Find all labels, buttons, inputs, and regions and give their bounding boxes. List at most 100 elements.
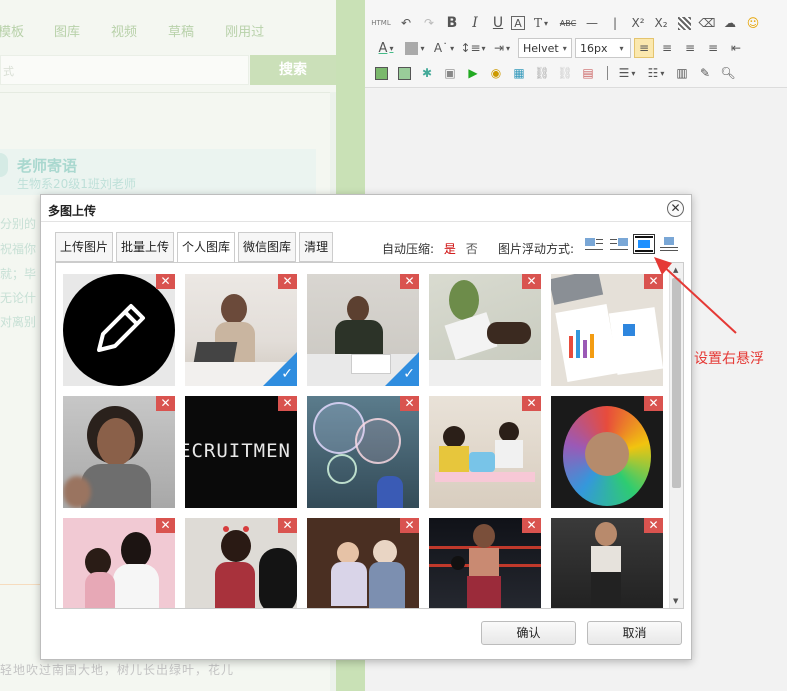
image-thumbnail[interactable]: ✕ bbox=[429, 274, 541, 386]
delete-image-button[interactable]: ✕ bbox=[400, 274, 419, 289]
image-thumbnail[interactable]: ✕ ✓ bbox=[185, 274, 297, 386]
tab-personal-gallery[interactable]: 个人图库 bbox=[177, 232, 236, 263]
delete-image-button[interactable]: ✕ bbox=[400, 518, 419, 533]
float-right-icon[interactable] bbox=[609, 235, 629, 253]
insert-image-icon[interactable] bbox=[394, 63, 414, 83]
image-thumbnail[interactable]: ✕ bbox=[185, 518, 297, 608]
image-thumbnail[interactable]: ✕ bbox=[429, 518, 541, 608]
align-justify-icon[interactable]: ≡ bbox=[703, 38, 723, 58]
delete-image-button[interactable]: ✕ bbox=[522, 396, 541, 411]
toolbar-row-2: A ▾ ▾ A˙ ▾ ↕≡ ▾ ⇥ ▾ Helvet ▾ 16px ▾ ≡ ≡ ≡ ≡ ⇤ bbox=[373, 36, 749, 60]
anchor-icon[interactable]: ▤ bbox=[578, 63, 598, 83]
border-text-icon[interactable]: A bbox=[511, 16, 525, 30]
find-icon[interactable]: 🔍︎ bbox=[718, 63, 738, 83]
check-mark: ✓ bbox=[403, 366, 415, 382]
music-icon[interactable]: ◉ bbox=[486, 63, 506, 83]
link-icon[interactable]: ⛓ bbox=[532, 63, 552, 83]
snapshot-icon[interactable]: ▣ bbox=[440, 63, 460, 83]
image-float-label: 图片浮动方式: bbox=[498, 242, 575, 256]
italic-icon[interactable]: I bbox=[465, 13, 485, 33]
image-thumbnail[interactable]: ✕ bbox=[63, 396, 175, 508]
pencil-icon bbox=[97, 304, 145, 352]
align-left-icon[interactable]: ≡ bbox=[634, 38, 654, 58]
font-color-icon[interactable]: A ▾ bbox=[373, 38, 399, 58]
font-effect-icon[interactable]: T ▾ bbox=[528, 13, 554, 33]
delete-image-button[interactable]: ✕ bbox=[278, 274, 297, 289]
indent-icon[interactable]: ⇥ ▾ bbox=[489, 38, 515, 58]
delete-image-button[interactable]: ✕ bbox=[278, 518, 297, 533]
image-thumbnail[interactable]: ✕ bbox=[551, 396, 663, 508]
format-brush-icon[interactable]: ☁ bbox=[720, 13, 740, 33]
cancel-button[interactable]: 取消 bbox=[587, 621, 682, 645]
line-height-icon[interactable]: ↕≡ ▾ bbox=[460, 38, 486, 58]
confirm-button[interactable]: 确认 bbox=[481, 621, 576, 645]
align-center-icon[interactable]: ≡ bbox=[657, 38, 677, 58]
delete-image-button[interactable]: ✕ bbox=[522, 518, 541, 533]
tab-upload-image[interactable]: 上传图片 bbox=[55, 232, 114, 262]
compress-no-option[interactable]: 否 bbox=[466, 242, 478, 256]
html-source-button[interactable]: HTML bbox=[369, 13, 393, 33]
image-thumbnail[interactable]: ✕ bbox=[551, 518, 663, 608]
brush-icon[interactable]: ✎ bbox=[695, 63, 715, 83]
emoji-icon[interactable]: ☺ bbox=[743, 13, 763, 33]
divider bbox=[41, 221, 691, 222]
unordered-list-icon[interactable]: ☷ ▾ bbox=[643, 63, 669, 83]
text-direction-icon[interactable]: ⇤ bbox=[726, 38, 746, 58]
delete-image-button[interactable]: ✕ bbox=[522, 274, 541, 289]
map-icon[interactable]: ▦ bbox=[509, 63, 529, 83]
auto-compress-setting: 自动压缩: 是 否 bbox=[382, 240, 478, 257]
image-thumbnail[interactable]: ✕ bbox=[429, 396, 541, 508]
delete-image-button[interactable]: ✕ bbox=[644, 518, 663, 533]
align-right-icon[interactable]: ≡ bbox=[680, 38, 700, 58]
horizontal-rule-icon[interactable]: — bbox=[582, 13, 602, 33]
separator-icon[interactable]: | bbox=[605, 13, 625, 33]
redo-icon[interactable]: ↷ bbox=[419, 13, 439, 33]
image-thumbnail[interactable]: ECRUITMEN ✕ bbox=[185, 396, 297, 508]
video-icon[interactable]: ▶ bbox=[463, 63, 483, 83]
recruitment-text: ECRUITMEN bbox=[185, 440, 291, 462]
image-icon[interactable] bbox=[371, 63, 391, 83]
scrawl-icon[interactable]: ✱ bbox=[417, 63, 437, 83]
image-thumbnail[interactable]: ✕ bbox=[63, 274, 175, 386]
delete-image-button[interactable]: ✕ bbox=[156, 518, 175, 533]
superscript-icon[interactable]: X² bbox=[628, 13, 648, 33]
tab-batch-upload[interactable]: 批量上传 bbox=[116, 232, 175, 262]
image-thumbnail[interactable]: ✕ bbox=[63, 518, 175, 608]
image-grid: ✕ ✕ ✓ ✕ ✓ ✕ ✕ ✕ ECRUITMEN ✕ ✕ ✕ ✕ ✕ ✕ ✕ … bbox=[55, 262, 684, 609]
font-family-select[interactable]: Helvet ▾ bbox=[518, 38, 572, 58]
auto-compress-label: 自动压缩: bbox=[382, 242, 435, 256]
eraser-icon[interactable]: ⌫ bbox=[697, 13, 717, 33]
multi-image-upload-dialog: 多图上传 ✕ 上传图片 批量上传 个人图库 微信图库 清理 自动压缩: 是 否 … bbox=[40, 194, 692, 660]
delete-image-button[interactable]: ✕ bbox=[278, 396, 297, 411]
unlink-icon[interactable]: ⛓ bbox=[555, 63, 575, 83]
dialog-title: 多图上传 bbox=[48, 204, 97, 218]
float-left-icon[interactable] bbox=[584, 235, 604, 253]
editor-toolbar: HTML ↶ ↷ B I U A T ▾ ABC — | X² X₂ ⌫ ☁ ☺ … bbox=[365, 0, 787, 88]
image-thumbnail[interactable]: ✕ bbox=[307, 396, 419, 508]
scroll-down-icon[interactable]: ▼ bbox=[673, 597, 678, 605]
image-thumbnail[interactable]: ✕ bbox=[307, 518, 419, 608]
dialog-tabs: 上传图片 批量上传 个人图库 微信图库 清理 bbox=[55, 232, 336, 263]
tab-wechat-gallery[interactable]: 微信图库 bbox=[238, 232, 297, 262]
background-color-icon[interactable]: ▾ bbox=[402, 38, 428, 58]
annotation-arrow bbox=[654, 257, 737, 334]
tab-clear[interactable]: 清理 bbox=[299, 232, 334, 262]
strikethrough-icon[interactable]: ABC bbox=[557, 13, 579, 33]
font-size-adjust-icon[interactable]: A˙ ▾ bbox=[431, 38, 457, 58]
undo-icon[interactable]: ↶ bbox=[396, 13, 416, 33]
delete-image-button[interactable]: ✕ bbox=[156, 274, 175, 289]
format-pattern-icon[interactable] bbox=[674, 13, 694, 33]
delete-image-button[interactable]: ✕ bbox=[644, 396, 663, 411]
compress-yes-option[interactable]: 是 bbox=[444, 242, 456, 256]
underline-icon[interactable]: U bbox=[488, 13, 508, 33]
close-icon[interactable]: ✕ bbox=[667, 200, 684, 217]
delete-image-button[interactable]: ✕ bbox=[400, 396, 419, 411]
image-thumbnail[interactable]: ✕ ✓ bbox=[307, 274, 419, 386]
ordered-list-icon[interactable]: ☰ ▾ bbox=[614, 63, 640, 83]
paste-icon[interactable]: ▥ bbox=[672, 63, 692, 83]
delete-image-button[interactable]: ✕ bbox=[156, 396, 175, 411]
bold-icon[interactable]: B bbox=[442, 13, 462, 33]
subscript-icon[interactable]: X₂ bbox=[651, 13, 671, 33]
font-size-select[interactable]: 16px ▾ bbox=[575, 38, 631, 58]
annotation-text: 设置右悬浮 bbox=[694, 351, 764, 367]
